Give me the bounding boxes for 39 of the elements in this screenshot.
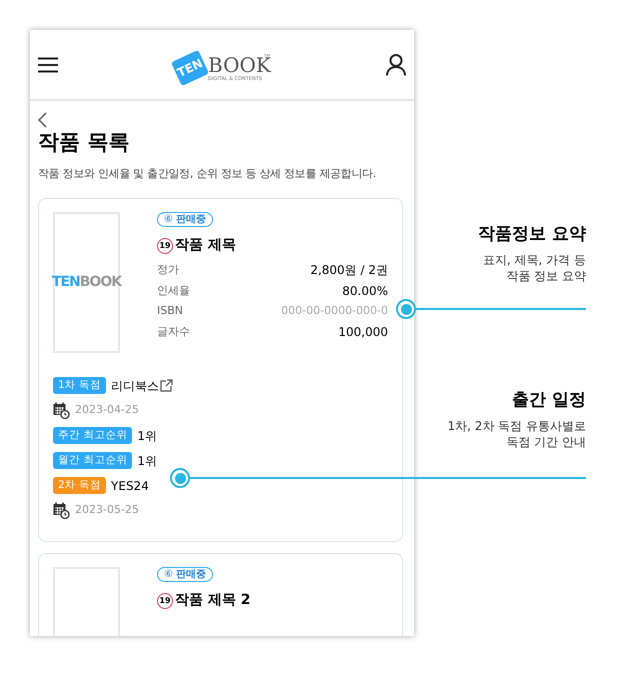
back-icon[interactable] [38,112,47,128]
schedule-tag: 2차 독점 [53,477,106,494]
schedule-tag: 주간 최고순위 [53,427,132,444]
page-description: 작품 정보와 인세율 및 출간일정, 순위 정보 등 상세 정보를 제공합니다. [38,167,377,181]
cover-logo: TENBOOK [52,273,122,292]
detail-value: 80.00% [342,282,388,300]
age-rating-badge: 19 [157,238,173,254]
detail-value: 2,800원 / 2권 [310,262,388,280]
schedule-value: 1위 [137,452,157,470]
work-title: 작품 제목 [175,236,236,255]
callout-title: 출간 일정 [512,389,586,412]
calendar-clock-icon [53,402,70,419]
detail-label: ISBN [157,303,184,319]
work-title: 작품 제목 2 [175,591,250,610]
detail-label: 정가 [157,262,179,278]
calendar-clock-icon [53,502,70,519]
sale-status-badge: ⑥ 판매중 [157,567,213,582]
menu-icon[interactable] [38,56,58,72]
callout-text: 독점 기간 안내 [506,434,586,450]
schedule-date: 2023-05-25 [75,502,139,518]
schedule-date: 2023-04-25 [75,402,139,418]
callout-text: 작품 정보 요약 [506,268,586,284]
schedule-value: 1위 [137,428,157,444]
page-title: 작품 목록 [38,129,130,155]
schedule-tag: 월간 최고순위 [53,452,132,469]
callout-title: 작품정보 요약 [478,223,586,246]
sale-status-badge: ⑥ 판매중 [157,212,213,227]
callout-text: 1차, 2차 독점 유통사별로 [447,418,586,434]
detail-label: 인세율 [157,282,190,298]
external-link-icon[interactable] [160,379,174,392]
detail-label: 글자수 [157,324,190,340]
detail-value: 100,000 [338,324,388,341]
schedule-value: YES24 [111,478,149,494]
detail-value: 000-00-0000-000-0 [281,303,388,319]
callout-text: 표지, 제목, 가격 등 [482,252,586,268]
user-icon[interactable] [386,54,406,76]
schedule-value: 리디북스 [111,378,160,394]
age-rating-badge: 19 [157,592,173,608]
schedule-tag: 1차 독점 [53,377,106,394]
